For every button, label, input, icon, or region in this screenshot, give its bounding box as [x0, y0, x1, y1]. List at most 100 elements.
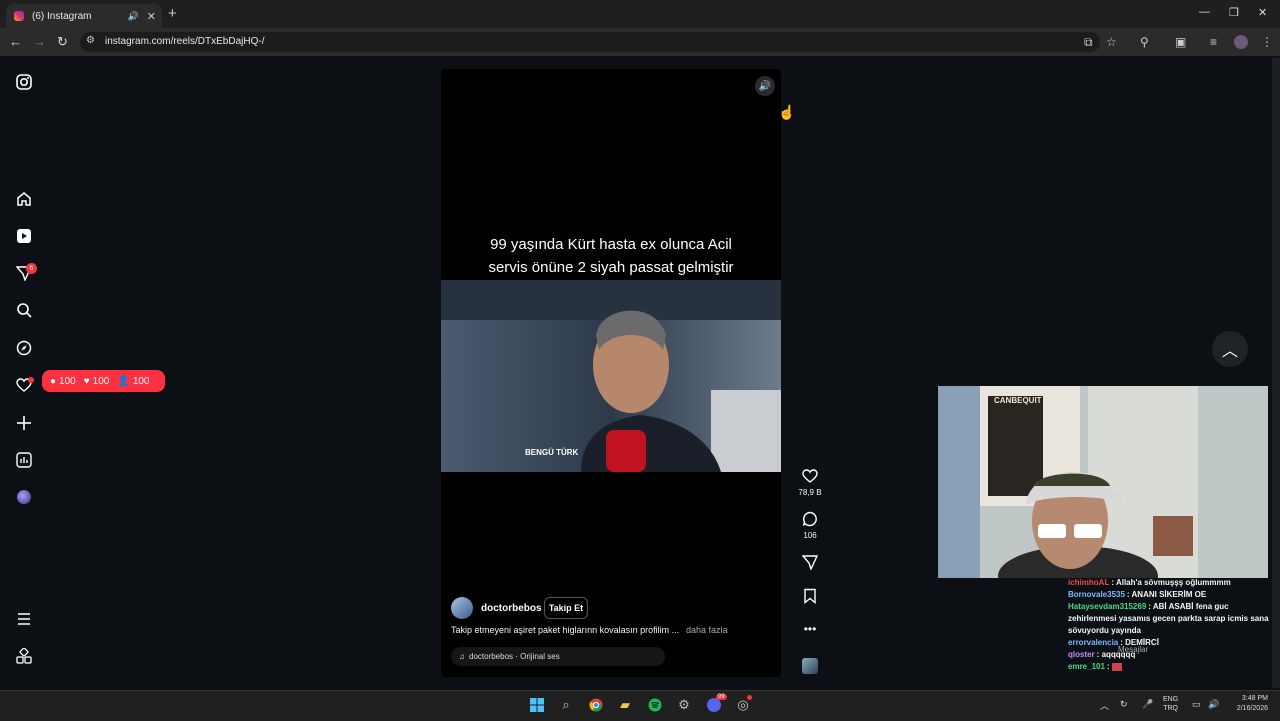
chat-text: Allah'a sövmuşşş oğlummmm: [1115, 578, 1231, 587]
language-top: ENG: [1163, 696, 1179, 703]
chat-text: ANANI SİKERİM OE: [1131, 590, 1207, 599]
reload-button[interactable]: ↻: [57, 34, 68, 50]
tv-channel-logo: BENGÜ TÜRK: [525, 448, 579, 457]
messages-overlay-label: Mesajlar: [1118, 645, 1149, 654]
mouse-cursor-icon: ☝: [778, 104, 796, 120]
follower-count: 100: [132, 375, 150, 387]
like-count: 78,9 B: [798, 488, 822, 497]
instagram-favicon-icon: [14, 11, 24, 21]
sidepanel-icon[interactable]: ▣: [1175, 35, 1186, 49]
clock-date: 2/16/2026: [1236, 705, 1268, 712]
search-taskbar-icon[interactable]: ⌕: [558, 697, 574, 713]
site-info-icon[interactable]: ⚙: [86, 35, 95, 46]
bookmark-star-icon[interactable]: ☆: [1106, 35, 1117, 49]
app-notification-dot: [747, 695, 752, 700]
windows-taskbar: [0, 690, 1280, 721]
discord-badge: 99: [716, 694, 727, 700]
minimize-button[interactable]: —: [1199, 6, 1210, 18]
clock-time: 3:48 PM: [1241, 695, 1268, 702]
chat-message: emre_101:: [1068, 661, 1278, 673]
audio-pill[interactable]: ♫ doctorbebos · Orijinal ses: [451, 647, 665, 666]
tab-audio-icon[interactable]: 🔊: [128, 11, 139, 22]
tab-strip: [0, 0, 1280, 28]
comment-count: 106: [803, 531, 817, 540]
clock[interactable]: 3:48 PM 2/16/2026: [1228, 694, 1268, 714]
menu-kebab-icon[interactable]: ⋮: [1261, 35, 1273, 49]
file-explorer-icon[interactable]: ▰: [617, 697, 633, 713]
speaker-icon[interactable]: 🔊: [1208, 699, 1219, 710]
dashboard-icon[interactable]: [14, 450, 34, 470]
streamer-webcam: CANBEQUIT: [938, 386, 1268, 578]
language-bottom: TRQ: [1163, 705, 1178, 712]
reels-icon[interactable]: [14, 226, 34, 246]
spotify-icon[interactable]: [647, 697, 663, 713]
save-bookmark-icon[interactable]: [800, 588, 820, 604]
chat-username: Hataysevdam315269: [1068, 602, 1147, 611]
chat-username: errorvalencia: [1068, 638, 1119, 647]
creator-username[interactable]: doctorbebos: [481, 603, 542, 614]
emote-icon: [1111, 662, 1122, 671]
settings-gear-icon[interactable]: ⚙: [676, 697, 692, 713]
like-icon: ♥: [83, 375, 90, 387]
media-control-icon[interactable]: ≡: [1210, 35, 1217, 49]
chat-username: emre_101: [1068, 662, 1105, 671]
language-indicator[interactable]: ENG TRQ: [1163, 695, 1178, 713]
audio-label: doctorbebos · Orijinal ses: [469, 652, 560, 661]
display-icon[interactable]: ▭: [1192, 699, 1201, 710]
microphone-icon[interactable]: 🎤: [1142, 699, 1153, 710]
volume-icon[interactable]: 🔊: [755, 76, 775, 96]
explore-compass-icon[interactable]: [14, 338, 34, 358]
install-app-icon[interactable]: ⧉: [1084, 35, 1093, 50]
comment-icon: ●: [50, 375, 57, 387]
creator-avatar[interactable]: [451, 597, 473, 619]
comment-bubble-icon[interactable]: [800, 511, 820, 527]
instagram-logo-icon[interactable]: [14, 72, 34, 92]
restore-button[interactable]: ❐: [1229, 6, 1239, 19]
also-from-meta-icon[interactable]: [14, 646, 34, 666]
notification-popup[interactable]: ● 100 ♥ 100 👤 100: [42, 370, 165, 392]
chat-message: errorvalencia: DEMİRCİ: [1068, 638, 1159, 647]
follow-button[interactable]: Takip Et: [544, 597, 588, 619]
more-link[interactable]: daha fazla: [686, 625, 728, 635]
url-text[interactable]: instagram.com/reels/DTxEbDajHQ-/: [105, 36, 264, 47]
more-options-icon[interactable]: •••: [800, 622, 820, 636]
chat-message: Hataysevdam315269: ABİ ASABİ fena guc ze…: [1068, 602, 1269, 635]
chat-username: Bornovale3535: [1068, 590, 1125, 599]
chat-message: Bornovale3535: ANANI SİKERİM OE: [1068, 590, 1207, 599]
start-windows-icon[interactable]: [529, 697, 545, 713]
search-icon[interactable]: [14, 300, 34, 320]
extensions-icon[interactable]: ⚲: [1140, 35, 1149, 49]
profile-avatar[interactable]: [1234, 35, 1248, 49]
caption-line-1: 99 yaşında Kürt hasta ex olunca Acil: [490, 236, 732, 253]
chrome-taskbar-icon[interactable]: [588, 697, 604, 713]
chat-username: qloster: [1068, 650, 1095, 659]
tab-close-icon[interactable]: ✕: [147, 10, 156, 23]
create-plus-icon[interactable]: [14, 413, 34, 433]
forward-button[interactable]: →: [33, 34, 46, 49]
chat-message: qloster: aqqqqqq: [1068, 650, 1136, 659]
close-window-button[interactable]: ✕: [1258, 6, 1267, 19]
follower-icon: 👤: [117, 375, 130, 387]
poster-text: CANBEQUIT: [994, 396, 1042, 405]
stream-chat: ichimhoAL: Allah'a sövmuşşş oğlummmm Bor…: [1068, 577, 1278, 682]
reel-caption-overlay: 99 yaşında Kürt hasta ex olunca Acil ser…: [441, 233, 781, 279]
profile-avatar-icon[interactable]: [14, 487, 34, 507]
tab-title: (6) Instagram: [32, 10, 92, 22]
reel-video-frame[interactable]: BENGÜ TÜRK: [441, 280, 781, 472]
back-button[interactable]: ←: [9, 34, 22, 49]
home-icon[interactable]: [14, 189, 34, 209]
share-send-icon[interactable]: [800, 554, 820, 570]
more-menu-icon[interactable]: [14, 609, 34, 629]
like-heart-icon[interactable]: [800, 468, 820, 484]
new-tab-button[interactable]: +: [168, 5, 177, 22]
audio-thumbnail[interactable]: [802, 658, 818, 674]
chat-message: ichimhoAL: Allah'a sövmuşşş oğlummmm: [1068, 578, 1231, 587]
notification-dot: [28, 377, 34, 383]
sync-icon[interactable]: ↻: [1120, 699, 1128, 710]
browser-tab[interactable]: (6) Instagram 🔊 ✕: [6, 4, 162, 28]
tray-overflow-icon[interactable]: ︿: [1100, 699, 1109, 712]
like-count: 100: [92, 375, 110, 387]
chat-username: ichimhoAL: [1068, 578, 1110, 587]
messages-badge: 6: [26, 263, 37, 274]
scroll-up-button[interactable]: ︿: [1212, 331, 1248, 367]
